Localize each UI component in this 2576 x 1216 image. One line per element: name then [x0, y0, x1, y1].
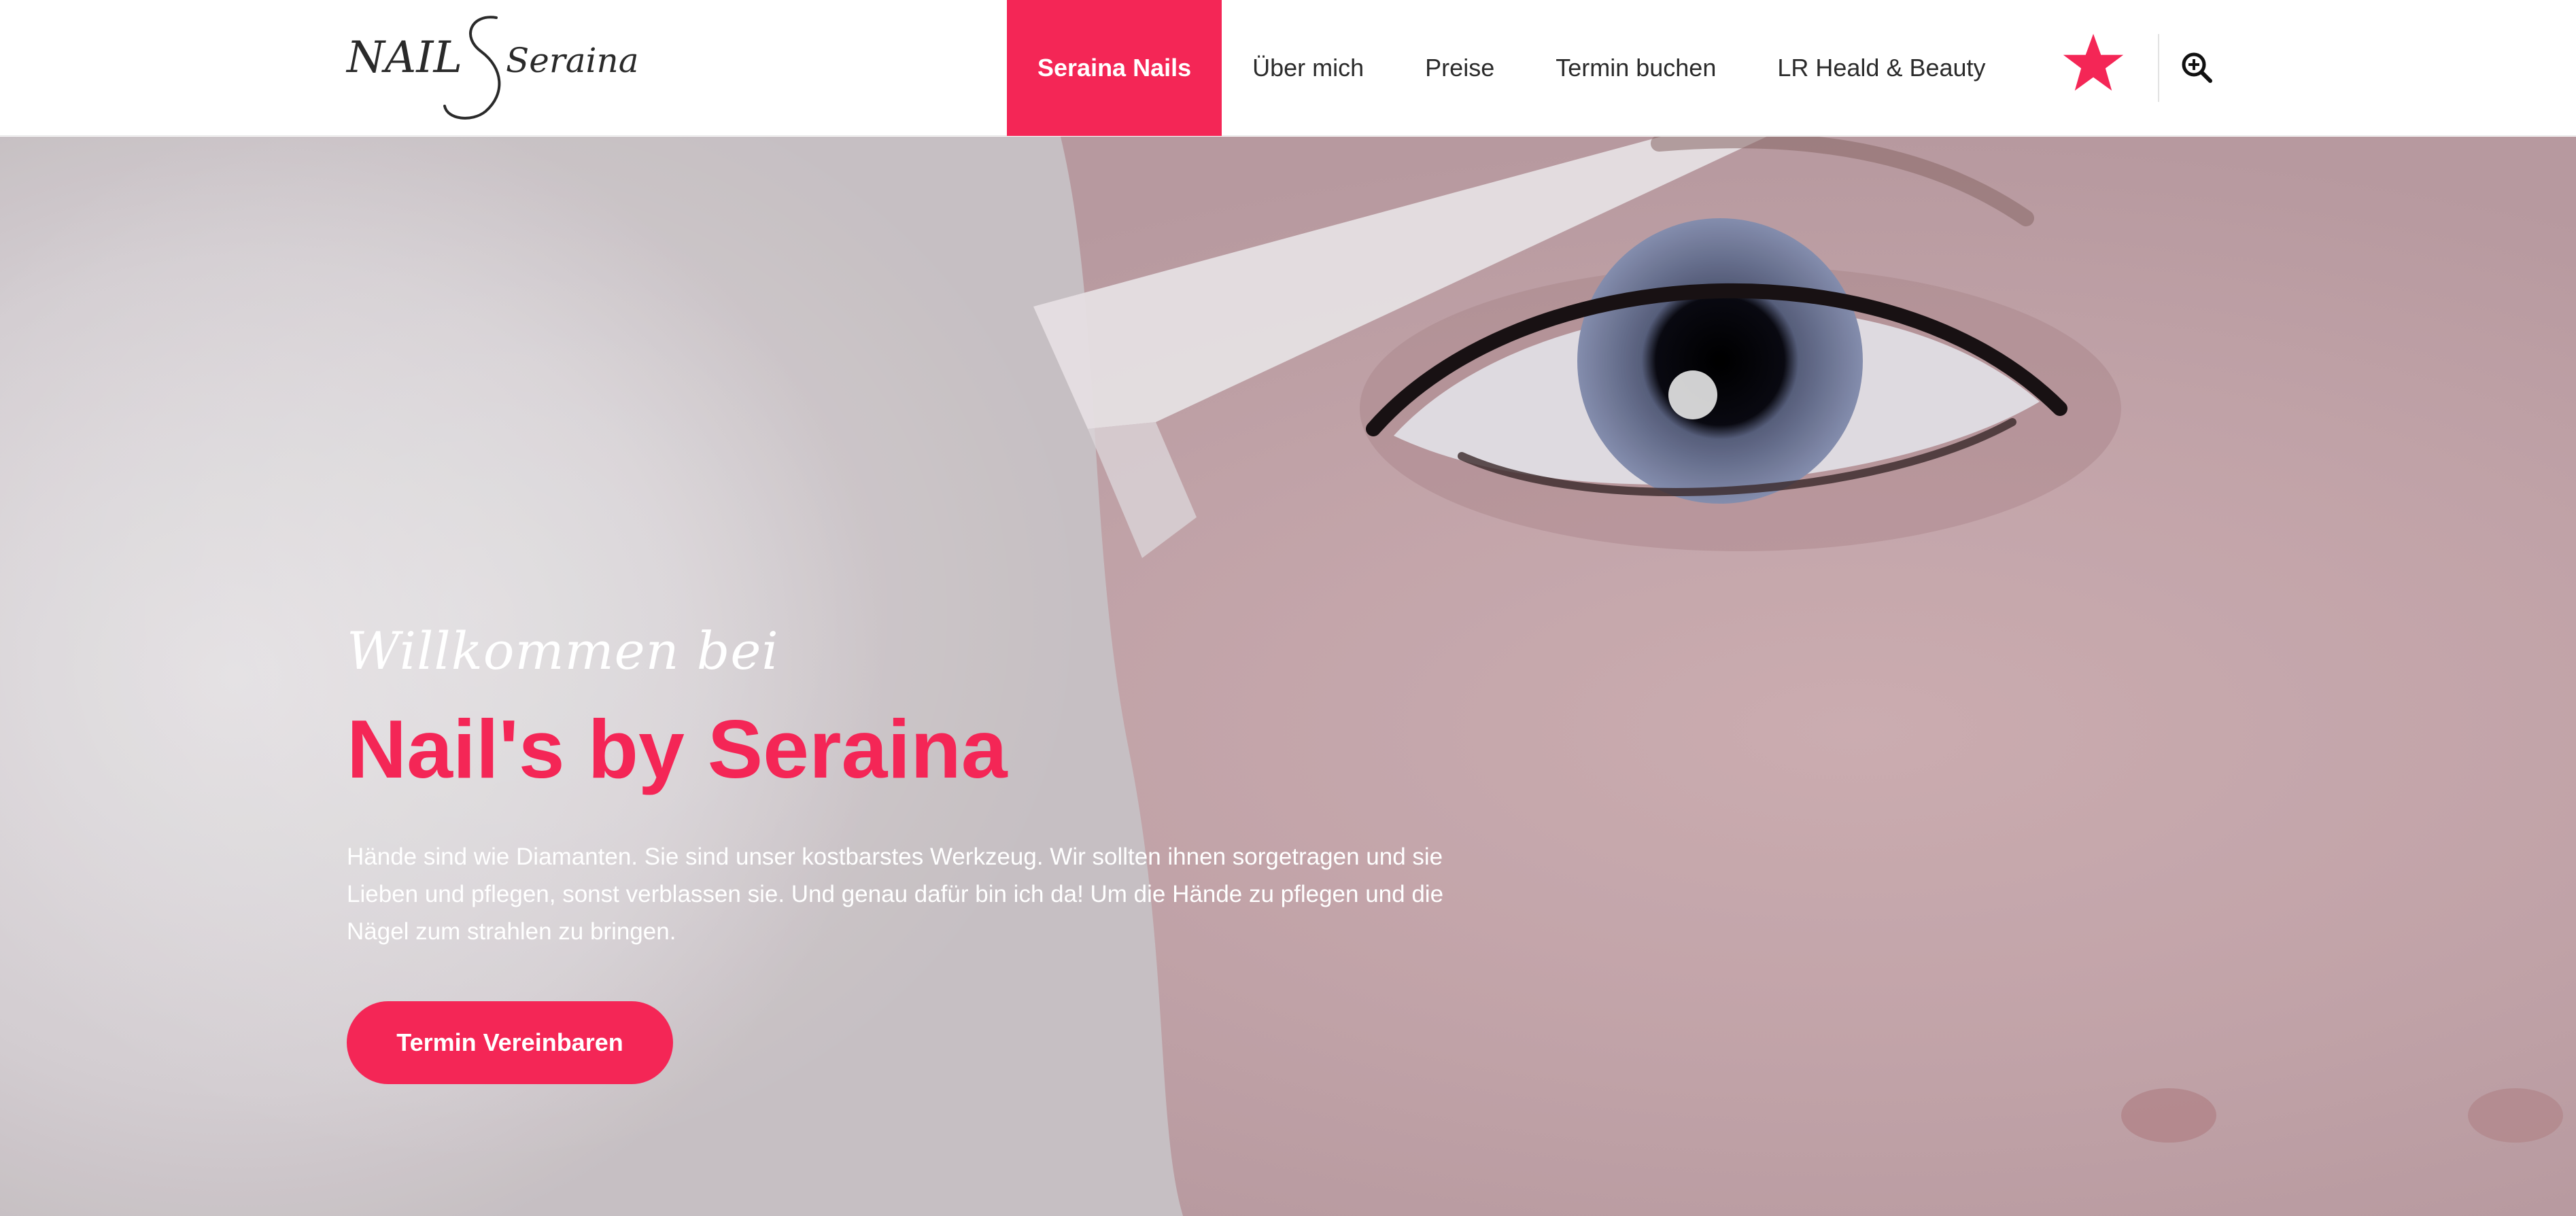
logo-text-left: NAIL [345, 33, 462, 83]
hero-title: Nail's by Seraina [347, 703, 1008, 795]
site-header: NAIL Seraina Seraina Nails Über mich Pre… [0, 0, 2576, 136]
zoom-in-icon[interactable] [2180, 50, 2214, 84]
nav-item-lr-heald-beauty[interactable]: LR Heald & Beauty [1747, 0, 2016, 136]
star-icon[interactable] [2061, 31, 2125, 95]
hero-kicker: Willkommen bei [347, 621, 779, 681]
hero-content: Willkommen bei Nail's by Seraina Hände s… [347, 137, 1475, 1216]
logo-text-right: Seraina [506, 41, 639, 80]
nav-item-seraina-nails[interactable]: Seraina Nails [1007, 0, 1222, 136]
nav-item-ueber-mich[interactable]: Über mich [1222, 0, 1394, 136]
nav-item-preise[interactable]: Preise [1394, 0, 1525, 136]
nav-item-termin-buchen[interactable]: Termin buchen [1525, 0, 1747, 136]
main-nav: Seraina Nails Über mich Preise Termin bu… [1007, 0, 2016, 136]
site-logo[interactable]: NAIL Seraina [345, 10, 639, 125]
hero-description: Hände sind wie Diamanten. Sie sind unser… [347, 844, 1444, 945]
book-appointment-button[interactable]: Termin Vereinbaren [347, 1001, 673, 1084]
nav-divider [2158, 34, 2159, 102]
hero-section: Willkommen bei Nail's by Seraina Hände s… [0, 137, 2576, 1216]
